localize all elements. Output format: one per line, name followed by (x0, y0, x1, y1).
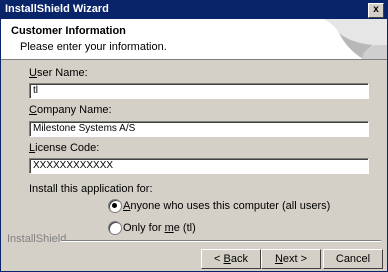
next-button[interactable]: Next > (261, 249, 321, 269)
user-name-input[interactable]: tl (29, 83, 369, 99)
title-bar: InstallShield Wizard x (1, 1, 387, 19)
installshield-window: InstallShield Wizard x Customer Informat… (0, 0, 388, 272)
only-me-radio[interactable] (108, 221, 122, 235)
only-me-radio-label[interactable]: Only for me (tl) (123, 222, 196, 234)
wizard-page-curl-art (323, 19, 387, 59)
cancel-button[interactable]: Cancel (323, 249, 383, 269)
back-button[interactable]: < Back (201, 249, 261, 269)
anyone-radio[interactable] (108, 199, 122, 213)
installshield-brand: InstallShield (7, 233, 67, 245)
license-code-label: License Code: (29, 142, 100, 154)
user-name-label: User Name: (29, 67, 88, 79)
page-subtitle: Please enter your information. (20, 41, 167, 53)
page-title: Customer Information (11, 25, 126, 37)
install-for-label: Install this application for: (29, 183, 153, 195)
anyone-radio-label[interactable]: Anyone who uses this computer (all users… (123, 200, 330, 212)
header-panel: Customer Information Please enter your i… (1, 19, 387, 60)
license-code-input[interactable]: XXXXXXXXXXXX (29, 158, 369, 174)
footer-divider (61, 240, 381, 242)
company-name-label: Company Name: (29, 104, 112, 116)
company-name-input[interactable]: Milestone Systems A/S (29, 121, 369, 137)
close-button[interactable]: x (368, 3, 384, 18)
window-title: InstallShield Wizard (5, 3, 109, 15)
radio-selected-dot (112, 203, 117, 208)
